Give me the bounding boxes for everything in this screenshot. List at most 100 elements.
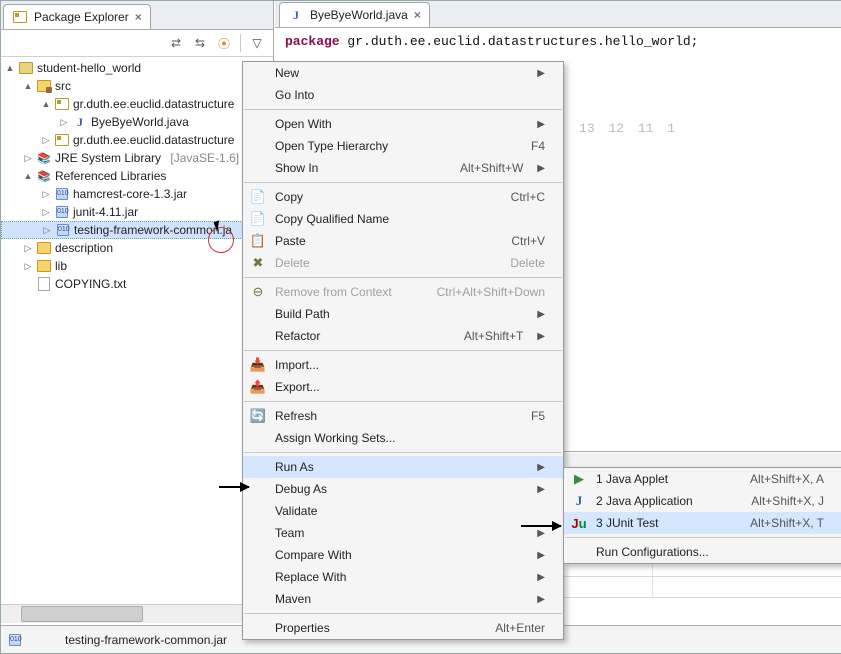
menu-item-team[interactable]: Team ▶ <box>243 522 563 544</box>
arrow-annotation <box>219 486 249 488</box>
submenu-arrow-icon: ▶ <box>537 528 545 539</box>
arrow-annotation <box>521 525 561 527</box>
copy-icon: 📄 <box>249 188 267 206</box>
context-menu[interactable]: New▶Go IntoOpen With▶Open Type Hierarchy… <box>242 61 564 640</box>
submenu-arrow-icon: ▶ <box>537 572 545 583</box>
menu-shortcut: Alt+Enter <box>495 621 545 635</box>
menu-item-label: Export... <box>275 380 545 394</box>
menu-item-show-in[interactable]: Show InAlt+Shift+W▶ <box>243 157 563 179</box>
horizontal-scrollbar[interactable] <box>1 604 273 623</box>
tree-project[interactable]: ▲student-hello_world <box>1 59 273 77</box>
blank-icon <box>249 524 267 542</box>
menu-item-replace-with[interactable]: Replace With ▶ <box>243 566 563 588</box>
tree-text-file[interactable]: COPYING.txt <box>1 275 273 293</box>
editor-tab[interactable]: ByeByeWorld.java × <box>279 2 430 27</box>
menu-shortcut: Ctrl+V <box>511 234 545 248</box>
menu-item-build-path[interactable]: Build Path ▶ <box>243 303 563 325</box>
menu-item-delete: ✖ Delete Delete <box>243 252 563 274</box>
menu-item-import[interactable]: 📥Import... <box>243 354 563 376</box>
menu-shortcut: Alt+Shift+X, T <box>750 516 824 530</box>
menu-item-copy-qualified-name[interactable]: 📄Copy Qualified Name <box>243 208 563 230</box>
menu-item-label: Open Type Hierarchy <box>275 139 499 153</box>
menu-item-copy[interactable]: 📄CopyCtrl+C <box>243 186 563 208</box>
blank-icon <box>249 502 267 520</box>
package-explorer-view: Package Explorer × ⇄ ⇆ ⦿ ▽ ▲student-hell… <box>1 1 274 623</box>
collapse-all-icon[interactable]: ⇄ <box>166 33 186 53</box>
menu-shortcut: Delete <box>510 256 545 270</box>
blank-icon <box>249 546 267 564</box>
paste-icon: 📋 <box>249 232 267 250</box>
tree-package[interactable]: ▲gr.duth.ee.euclid.datastructure <box>1 95 273 113</box>
menu-item-compare-with[interactable]: Compare With▶ <box>243 544 563 566</box>
link-editor-icon[interactable]: ⇆ <box>190 33 210 53</box>
eclipse-window: Package Explorer × ⇄ ⇆ ⦿ ▽ ▲student-hell… <box>0 0 841 654</box>
submenu-arrow-icon: ▶ <box>537 550 545 561</box>
menu-item-label: Properties <box>275 621 463 635</box>
menu-item-paste[interactable]: 📋PasteCtrl+V <box>243 230 563 252</box>
submenu-arrow-icon: ▶ <box>537 309 545 320</box>
tree-src-folder[interactable]: ▲src <box>1 77 273 95</box>
tree-jar[interactable]: ▷hamcrest-core-1.3.jar <box>1 185 273 203</box>
submenu-item-2-java-application[interactable]: J2 Java ApplicationAlt+Shift+X, J <box>564 490 841 512</box>
library-icon <box>36 168 52 184</box>
menu-item-label: Build Path <box>275 307 523 321</box>
submenu-item-label: Run Configurations... <box>596 545 824 559</box>
tree-referenced-libraries[interactable]: ▲Referenced Libraries <box>1 167 273 185</box>
menu-item-go-into[interactable]: Go Into <box>243 84 563 106</box>
menu-item-refresh[interactable]: 🔄RefreshF5 <box>243 405 563 427</box>
menu-item-label: Remove from Context <box>275 285 405 299</box>
blank-icon <box>249 480 267 498</box>
menu-shortcut: Ctrl+C <box>511 190 545 204</box>
menu-shortcut: Alt+Shift+W <box>460 161 523 175</box>
submenu-arrow-icon: ▶ <box>537 331 545 342</box>
menu-item-open-with[interactable]: Open With▶ <box>243 113 563 135</box>
menu-item-debug-as[interactable]: Debug As▶ <box>243 478 563 500</box>
menu-item-export[interactable]: 📤Export... <box>243 376 563 398</box>
tree-package[interactable]: ▷gr.duth.ee.euclid.datastructure <box>1 131 273 149</box>
menu-item-label: Delete <box>275 256 478 270</box>
delete-icon: ✖ <box>249 254 267 272</box>
tree-jar[interactable]: ▷junit-4.11.jar <box>1 203 273 221</box>
menu-item-open-type-hierarchy[interactable]: Open Type Hierarchy F4 <box>243 135 563 157</box>
blank-icon <box>570 543 588 561</box>
run-as-submenu[interactable]: ▶1 Java AppletAlt+Shift+X, AJ2 Java Appl… <box>563 467 841 564</box>
menu-item-properties[interactable]: Properties Alt+Enter <box>243 617 563 639</box>
menu-item-label: Team <box>275 526 523 540</box>
submenu-item-3-junit-test[interactable]: Ju3 JUnit TestAlt+Shift+X, T <box>564 512 841 534</box>
focus-task-icon[interactable]: ⦿ <box>214 33 234 53</box>
blank-icon <box>249 458 267 476</box>
tree-folder[interactable]: ▷lib <box>1 257 273 275</box>
menu-item-label: Refactor <box>275 329 432 343</box>
blank-icon <box>249 590 267 608</box>
blank-icon <box>249 568 267 586</box>
package-explorer-toolbar: ⇄ ⇆ ⦿ ▽ <box>1 30 273 57</box>
menu-item-refactor[interactable]: RefactorAlt+Shift+T▶ <box>243 325 563 347</box>
menu-item-label: Show In <box>275 161 428 175</box>
submenu-arrow-icon: ▶ <box>537 68 545 79</box>
status-selection-label: testing-framework-common.jar <box>65 633 227 647</box>
menu-item-new[interactable]: New ▶ <box>243 62 563 84</box>
menu-item-remove-from-context: ⊖Remove from ContextCtrl+Alt+Shift+Down <box>243 281 563 303</box>
tree-jre-library[interactable]: ▷JRE System Library [JavaSE-1.6] <box>1 149 273 167</box>
code-editor[interactable]: package gr.duth.ee.euclid.datastructures… <box>275 28 841 55</box>
close-icon[interactable]: × <box>135 10 142 24</box>
submenu-item-1-java-applet[interactable]: ▶1 Java AppletAlt+Shift+X, A <box>564 468 841 490</box>
menu-item-maven[interactable]: Maven▶ <box>243 588 563 610</box>
menu-item-label: Replace With <box>275 570 523 584</box>
javaapp-icon: J <box>570 492 588 510</box>
remove-icon: ⊖ <box>249 283 267 301</box>
package-explorer-tab[interactable]: Package Explorer × <box>3 4 151 29</box>
menu-item-validate[interactable]: Validate <box>243 500 563 522</box>
view-menu-icon[interactable]: ▽ <box>247 33 267 53</box>
submenu-arrow-icon: ▶ <box>537 462 545 473</box>
blank-icon <box>249 115 267 133</box>
submenu-item-run-configurations[interactable]: Run Configurations... <box>564 541 841 563</box>
package-explorer-tree[interactable]: ▲student-hello_world ▲src ▲gr.duth.ee.eu… <box>1 57 273 597</box>
tree-java-file[interactable]: ▷ByeByeWorld.java <box>1 113 273 131</box>
close-icon[interactable]: × <box>414 8 421 22</box>
menu-item-assign-working-sets[interactable]: Assign Working Sets... <box>243 427 563 449</box>
menu-item-label: New <box>275 66 523 80</box>
menu-item-run-as[interactable]: Run As▶ <box>243 456 563 478</box>
blank-icon <box>249 429 267 447</box>
menu-shortcut: F4 <box>531 139 545 153</box>
